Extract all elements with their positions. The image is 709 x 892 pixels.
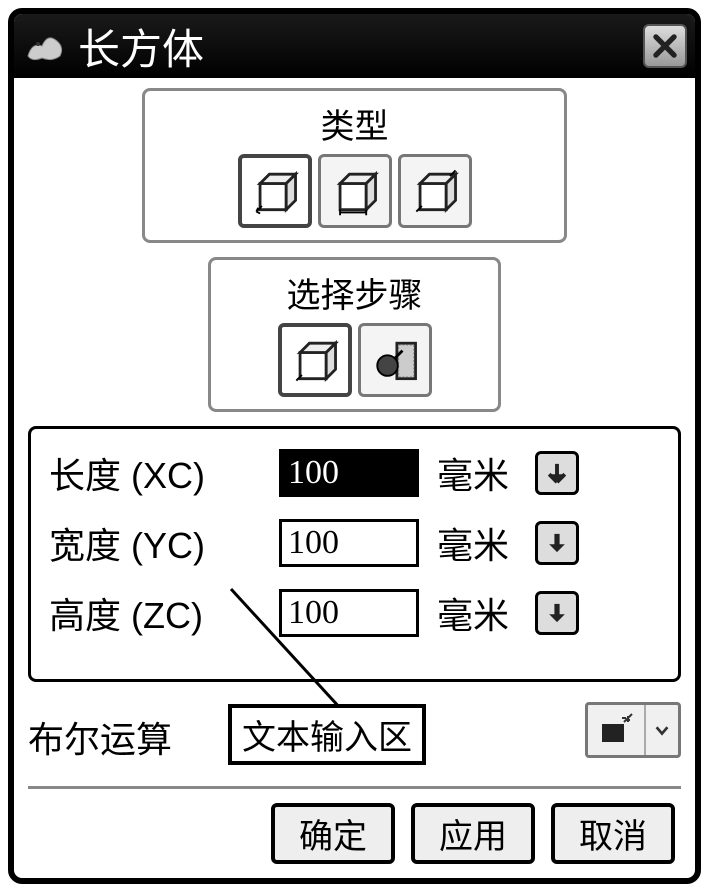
length-label: 长度 (XC) — [49, 447, 279, 499]
client-area: 类型 — [14, 78, 695, 878]
length-unit: 毫米 — [437, 447, 527, 499]
button-bar: 确定 应用 取消 — [28, 803, 681, 864]
type-option-2[interactable] — [318, 154, 392, 228]
boolean-icon — [588, 705, 644, 755]
row-boolean: 布尔运算 文本输入区 — [28, 702, 681, 772]
apply-button[interactable]: 应用 — [411, 803, 535, 864]
height-label: 高度 (ZC) — [49, 587, 279, 639]
boolean-combo[interactable] — [585, 702, 681, 758]
cancel-button[interactable]: 取消 — [551, 803, 675, 864]
dialog-window: 长方体 类型 — [8, 8, 701, 884]
type-option-3[interactable] — [398, 154, 472, 228]
group-type-label: 类型 — [157, 99, 551, 148]
width-input[interactable] — [279, 519, 419, 567]
step-option-2[interactable] — [358, 323, 432, 397]
group-step: 选择步骤 — [208, 257, 502, 412]
length-dropdown[interactable] — [535, 451, 579, 495]
window-title: 长方体 — [78, 16, 643, 77]
app-icon — [22, 22, 70, 70]
width-unit: 毫米 — [437, 517, 527, 569]
boolean-caret-icon[interactable] — [644, 705, 678, 755]
row-height: 高度 (ZC) 毫米 — [49, 587, 660, 639]
close-button[interactable] — [643, 24, 687, 68]
titlebar: 长方体 — [14, 14, 695, 78]
height-unit: 毫米 — [437, 587, 527, 639]
group-type: 类型 — [142, 88, 566, 243]
height-input[interactable] — [279, 589, 419, 637]
step-option-1[interactable] — [278, 323, 352, 397]
separator — [28, 786, 681, 789]
type-option-1[interactable] — [238, 154, 312, 228]
length-input[interactable] — [279, 449, 419, 497]
row-length: 长度 (XC) 毫米 — [49, 447, 660, 499]
group-step-label: 选择步骤 — [223, 268, 487, 317]
params-panel: 长度 (XC) 毫米 宽度 (YC) 毫米 高度 (ZC) 毫米 — [28, 426, 681, 682]
annotation-text-box: 文本输入区 — [228, 704, 426, 765]
width-dropdown[interactable] — [535, 521, 579, 565]
height-dropdown[interactable] — [535, 591, 579, 635]
width-label: 宽度 (YC) — [49, 517, 279, 569]
ok-button[interactable]: 确定 — [271, 803, 395, 864]
boolean-label: 布尔运算 — [28, 711, 172, 763]
row-width: 宽度 (YC) 毫米 — [49, 517, 660, 569]
